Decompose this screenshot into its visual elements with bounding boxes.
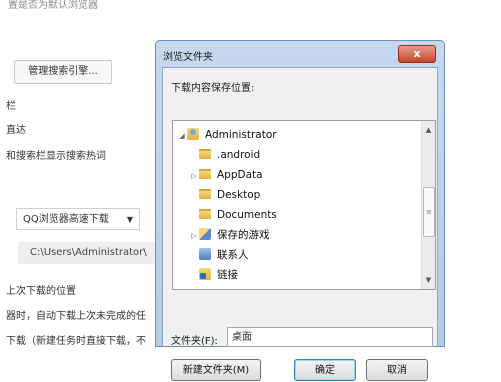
folder-icon [199, 149, 211, 159]
ok-button[interactable]: 确定 [294, 359, 356, 381]
default-browser-text: 置是否为默认浏览器 [8, 0, 98, 11]
manage-search-engines-button[interactable]: 管理搜索引擎... [14, 60, 112, 84]
tree-item-administrator[interactable]: ◢ Administrator [177, 126, 277, 144]
new-folder-button[interactable]: 新建文件夹(M) [171, 359, 261, 381]
download-tool-select[interactable]: QQ浏览器高速下载 ▼ [16, 208, 140, 230]
folder-icon [199, 189, 211, 199]
close-button[interactable]: x [398, 45, 436, 63]
setting-line-bar: 栏 [6, 101, 16, 112]
tree-item-label: 联系人 [217, 249, 249, 261]
scroll-thumb[interactable]: ≡ [423, 187, 435, 237]
tree-item-label: AppData [217, 169, 263, 181]
tree-item-documents[interactable]: Documents [189, 206, 277, 224]
scroll-up-icon[interactable]: ▲ [422, 123, 435, 137]
saved-games-icon [199, 228, 211, 240]
folder-icon [199, 169, 211, 179]
links-icon [199, 268, 211, 280]
expand-icon[interactable]: ▷ [189, 167, 199, 185]
tree-item-label: .android [217, 149, 261, 161]
collapse-icon[interactable]: ◢ [177, 127, 187, 145]
browse-folder-dialog: 浏览文件夹 x 下载内容保存位置: ◢ Administrator .androi… [155, 40, 445, 381]
dialog-prompt: 下载内容保存位置: [171, 83, 255, 94]
setting-line-direct: 直达 [6, 125, 26, 136]
tree-item-android[interactable]: .android [189, 146, 260, 164]
scroll-down-icon[interactable]: ▼ [422, 273, 435, 287]
tree-item-desktop[interactable]: Desktop [189, 186, 260, 204]
contacts-icon [199, 248, 211, 260]
chevron-down-icon: ▼ [126, 215, 133, 224]
folder-input[interactable]: 桌面 [227, 327, 433, 347]
tree-item-contacts[interactable]: 联系人 [189, 246, 249, 264]
tree-item-links[interactable]: 链接 [189, 266, 238, 284]
new-task-download-text: 下载（新建任务时直接下载，不 [6, 336, 146, 347]
cancel-button[interactable]: 取消 [366, 359, 428, 381]
close-icon: x [413, 47, 421, 60]
folder-field-label: 文件夹(F): [171, 336, 218, 347]
dialog-body: 下载内容保存位置: ◢ Administrator .android ▷ AppDa… [162, 67, 438, 381]
expand-icon[interactable]: ▷ [189, 227, 199, 245]
folder-tree[interactable]: ◢ Administrator .android ▷ AppData Desktop… [172, 120, 436, 290]
tree-item-label: Documents [217, 209, 277, 221]
tree-item-label: Administrator [205, 129, 277, 141]
download-path-field[interactable]: C:\Users\Administrator\ [18, 242, 168, 264]
dialog-title: 浏览文件夹 [163, 52, 213, 63]
download-tool-value: QQ浏览器高速下载 [23, 214, 109, 225]
setting-line-hot-words: 和搜索栏显示搜索热词 [6, 151, 106, 162]
tree-item-appdata[interactable]: ▷ AppData [189, 166, 263, 184]
user-folder-icon [187, 128, 199, 140]
tree-item-label: Desktop [217, 189, 261, 201]
folder-icon [199, 209, 211, 219]
last-location-text: 上次下载的位置 [6, 286, 76, 297]
tree-item-saved-games[interactable]: ▷ 保存的游戏 [189, 226, 270, 244]
vertical-scrollbar[interactable]: ▲ ≡ ▼ [421, 121, 435, 289]
tree-item-label: 链接 [217, 269, 238, 281]
resume-download-text: 器时，自动下载上次未完成的任 [6, 311, 146, 322]
tree-item-label: 保存的游戏 [217, 229, 270, 241]
